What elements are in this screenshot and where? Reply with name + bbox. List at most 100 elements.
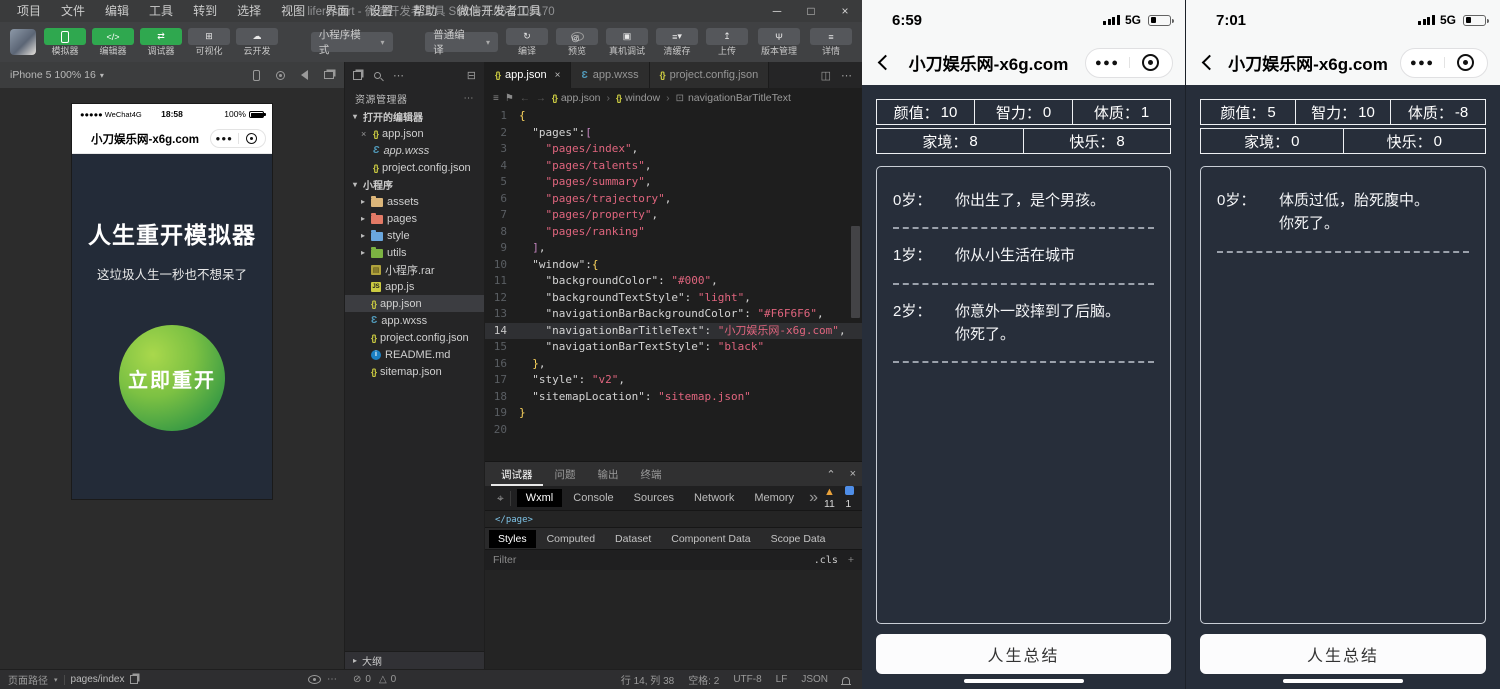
status-item-0[interactable]: 行 14, 列 38 — [621, 672, 674, 687]
life-summary-button[interactable]: 人生总结 — [1200, 634, 1486, 674]
flag-badge[interactable]: 1 — [845, 486, 855, 510]
cls-toggle[interactable]: .cls — [814, 555, 838, 566]
sound-icon[interactable] — [301, 70, 308, 80]
breadcrumb-window[interactable]: {}window — [616, 92, 660, 104]
eye-icon[interactable] — [308, 675, 321, 684]
menu-item-5[interactable]: 选择 — [228, 0, 270, 22]
file-app.js[interactable]: JSapp.js — [345, 278, 484, 295]
tool-模拟器[interactable]: 模拟器 — [44, 28, 86, 56]
devtools-tab-Wxml[interactable]: Wxml — [517, 489, 563, 507]
style-tab-Styles[interactable]: Styles — [489, 530, 536, 548]
file-app.json[interactable]: {}app.json — [345, 295, 484, 312]
add-style-icon[interactable]: + — [848, 554, 854, 566]
file-project.config.json[interactable]: {}project.config.json — [345, 329, 484, 346]
back-chevron-icon[interactable] — [1202, 55, 1218, 71]
file-app.wxss[interactable]: Ɛapp.wxss — [345, 312, 484, 329]
split-editor-icon[interactable]: ◫ — [821, 69, 831, 82]
menu-item-10[interactable]: 微信开发者工具 — [448, 0, 550, 22]
bookmark-icon[interactable]: ⚑ — [505, 93, 514, 104]
tool-上传[interactable]: ↥上传 — [706, 28, 748, 56]
outline-section[interactable]: ▸ 大纲 — [345, 651, 484, 669]
capsule-target-icon[interactable] — [239, 133, 266, 144]
tool-详情[interactable]: ≡详情 — [810, 28, 852, 56]
capsule-target-icon[interactable] — [1130, 54, 1173, 71]
tab-app.json[interactable]: {}app.json× — [485, 62, 571, 88]
breadcrumb-navigationBarTitleText[interactable]: ⊡navigationBarTitleText — [676, 92, 791, 104]
style-tab-Computed[interactable]: Computed — [538, 530, 604, 548]
tool-调试器[interactable]: ⇄调试器 — [140, 28, 182, 56]
life-summary-button[interactable]: 人生总结 — [876, 634, 1171, 674]
action-清缓存[interactable]: ≡▾清缓存 — [656, 28, 698, 56]
folder-style[interactable]: ▸style — [345, 227, 484, 244]
status-problems[interactable]: ⊘ 0 △ 0 — [345, 670, 485, 689]
close-panel-icon[interactable]: × — [850, 468, 856, 480]
warning-badge[interactable]: ▲ 11 — [824, 486, 837, 510]
device-selector[interactable]: iPhone 5 100% 16 — [10, 69, 96, 81]
close-icon[interactable]: × — [361, 129, 369, 139]
collapse-icon[interactable]: ⊟ — [467, 69, 476, 82]
devtools-tab-Sources[interactable]: Sources — [625, 489, 683, 507]
menu-item-8[interactable]: 设置 — [360, 0, 402, 22]
page-path-label[interactable]: 页面路径 — [8, 672, 48, 687]
collapse-panel-icon[interactable]: ⌃ — [826, 468, 835, 481]
mode-select[interactable]: 小程序模式 ▾ — [311, 32, 393, 52]
status-item-1[interactable]: 空格: 2 — [688, 672, 719, 687]
menu-item-9[interactable]: 帮助 — [404, 0, 446, 22]
user-avatar[interactable] — [10, 29, 36, 55]
debug-tab-输出[interactable]: 输出 — [588, 462, 629, 486]
menu-icon[interactable]: ≡ — [493, 93, 499, 104]
more-icon[interactable]: ⋯ — [327, 674, 337, 685]
more-dots-icon[interactable]: ●●● — [211, 134, 238, 143]
menu-item-7[interactable]: 界面 — [316, 0, 358, 22]
menu-item-2[interactable]: 编辑 — [96, 0, 138, 22]
menu-item-6[interactable]: 视图 — [272, 0, 314, 22]
debug-tab-问题[interactable]: 问题 — [545, 462, 586, 486]
status-item-3[interactable]: LF — [776, 674, 788, 685]
style-tab-Scope Data[interactable]: Scope Data — [762, 530, 835, 548]
devtools-tab-Memory[interactable]: Memory — [745, 489, 803, 507]
open-editor-project.config.json[interactable]: {}project.config.json — [345, 159, 484, 176]
more-icon[interactable]: ⋯ — [841, 69, 852, 82]
code-editor[interactable]: 1{2 "pages":[3 "pages/index",4 "pages/ta… — [485, 108, 862, 461]
project-section[interactable]: ▾小程序 — [345, 176, 484, 193]
close-button[interactable]: × — [828, 0, 862, 22]
menu-item-1[interactable]: 文件 — [52, 0, 94, 22]
sim-capsule[interactable]: ●●● — [210, 129, 266, 148]
compile-mode-select[interactable]: 普通编译 ▾ — [425, 32, 498, 52]
tool-编辑器[interactable]: </>编辑器 — [92, 28, 134, 56]
close-tab-icon[interactable]: × — [555, 70, 561, 81]
debug-tab-终端[interactable]: 终端 — [631, 462, 672, 486]
restart-button[interactable]: 立即重开 — [119, 325, 225, 431]
more-dots-icon[interactable]: ●●● — [1086, 57, 1129, 69]
debug-tab-调试器[interactable]: 调试器 — [491, 462, 543, 486]
action-真机调试[interactable]: ▣真机调试 — [606, 28, 648, 56]
breadcrumb-app.json[interactable]: {}app.json — [552, 92, 601, 104]
tool-版本管理[interactable]: Ψ版本管理 — [758, 28, 800, 56]
action-预览[interactable]: ◎预览 — [556, 28, 598, 56]
tool-可视化[interactable]: ⊞可视化 — [188, 28, 230, 56]
tab-app.wxss[interactable]: Ɛapp.wxss — [571, 62, 649, 88]
record-icon[interactable] — [276, 71, 285, 80]
folder-assets[interactable]: ▸assets — [345, 193, 484, 210]
capsule-menu[interactable]: ●●● — [1085, 48, 1173, 78]
status-item-2[interactable]: UTF-8 — [733, 674, 761, 685]
rotate-device-icon[interactable] — [253, 70, 260, 81]
file-小程序.rar[interactable]: ▤小程序.rar — [345, 261, 484, 278]
back-arrow-icon[interactable]: ← — [520, 93, 530, 104]
status-item-4[interactable]: JSON — [801, 674, 828, 685]
menu-item-0[interactable]: 项目 — [8, 0, 50, 22]
explorer-more-icon[interactable]: ⋯ — [464, 93, 475, 104]
bell-icon[interactable] — [842, 677, 850, 684]
folder-utils[interactable]: ▸utils — [345, 244, 484, 261]
open-editor-app.json[interactable]: ×{}app.json — [345, 125, 484, 142]
open-editor-app.wxss[interactable]: Ɛapp.wxss — [345, 142, 484, 159]
filter-input[interactable]: Filter — [493, 554, 516, 566]
more-dots-icon[interactable]: ●●● — [1401, 57, 1444, 69]
inspect-element-icon[interactable]: ⌖ — [491, 491, 511, 506]
capsule-menu[interactable]: ●●● — [1400, 48, 1488, 78]
action-编译[interactable]: ↻编译 — [506, 28, 548, 56]
more-icon[interactable]: ⋯ — [393, 69, 404, 82]
editors-icon[interactable] — [353, 71, 362, 80]
open-editors-section[interactable]: ▾打开的编辑器 — [345, 108, 484, 125]
menu-item-4[interactable]: 转到 — [184, 0, 226, 22]
